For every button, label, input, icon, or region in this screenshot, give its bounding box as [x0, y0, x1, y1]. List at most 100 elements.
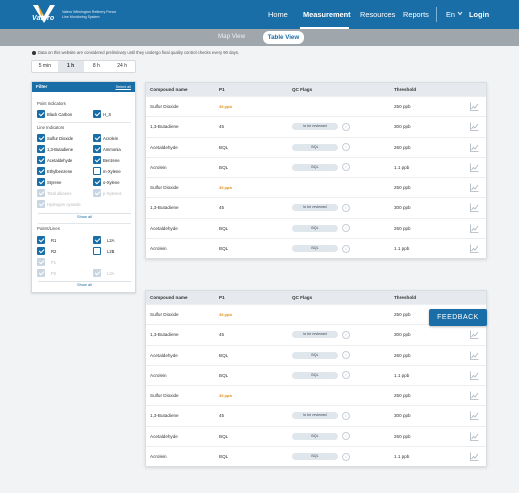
nav-resources[interactable]: Resources [360, 10, 395, 19]
compound-name-cell: Acetaldehyde [150, 352, 178, 358]
line-chart-icon[interactable] [470, 330, 479, 340]
checkbox-r1[interactable]: R1 [37, 236, 56, 244]
info-icon[interactable]: i [342, 371, 350, 380]
select-all-link[interactable]: Select all [116, 82, 131, 92]
table-row: Sulfur Dioxide 39 ppb 250 ppb [146, 177, 486, 197]
nav-reports[interactable]: Reports [403, 10, 429, 19]
table-row: Acrolein BQL BQL i 1.1 ppb [146, 156, 486, 177]
table-row: Acetaldehyde BQL BQL i 260 ppb [146, 425, 486, 446]
checkbox-r2[interactable]: R2 [37, 247, 56, 255]
table-header: Compound name P1 QC Flags Threshold [146, 83, 486, 96]
p1-value-cell: 39 ppb [219, 393, 232, 399]
line-chart-icon[interactable] [470, 244, 479, 253]
checkbox-m-xylene[interactable]: m-Xylene [93, 167, 121, 175]
checkbox-ethylbenzene[interactable]: Ethylbenzene [37, 167, 72, 175]
checkbox-o-xylene[interactable]: o-Xylene [93, 178, 120, 186]
checkbox-h2s[interactable]: H_S [93, 110, 111, 118]
line-chart-icon[interactable] [470, 351, 479, 360]
qc-flag-badge: BQL [292, 224, 338, 232]
checkbox-checked-icon [37, 247, 45, 255]
line-chart-icon[interactable] [470, 163, 479, 172]
nav-measurement[interactable]: Measurement [303, 10, 351, 19]
checkbox-ammonia[interactable]: Ammonia [93, 145, 121, 153]
show-all-points-lines-link[interactable]: Show all [32, 282, 137, 287]
points-lines-title: Points/Lines [37, 226, 60, 231]
compound-name-cell: 1,3-Butadiene [150, 124, 179, 130]
info-icon[interactable]: i [342, 143, 350, 152]
line-chart-icon[interactable] [470, 122, 479, 132]
table-body: Sulfur Dioxide 39 ppb 250 ppb 1,3-Butadiene… [146, 96, 486, 258]
checkbox-l2b[interactable]: L2B [93, 247, 114, 255]
time-range-selector: 5 min 1 h 8 h 24 h [31, 60, 136, 73]
line-chart-icon[interactable] [470, 411, 479, 421]
info-icon[interactable]: i [342, 122, 350, 131]
show-all-line-indicators-link[interactable]: Show all [32, 214, 137, 219]
line-chart-icon[interactable] [470, 183, 479, 193]
info-icon[interactable]: i [342, 163, 350, 172]
info-icon[interactable]: i [342, 452, 350, 461]
line-chart-icon[interactable] [470, 432, 479, 441]
checkbox-styrene[interactable]: Styrene [37, 178, 61, 186]
p1-value-cell: 39 ppb [219, 104, 232, 109]
checkbox-sulfur-dioxide[interactable]: Sulfur Dioxide [37, 134, 73, 142]
line-chart-icon[interactable] [470, 143, 479, 152]
time-24h-button[interactable]: 24 h [109, 61, 135, 72]
info-icon[interactable]: i [342, 244, 350, 253]
table-view-button[interactable]: Table View [263, 31, 304, 44]
checkbox-label: P1 [51, 259, 57, 265]
threshold-cell: 250 ppb [394, 312, 411, 317]
checkbox-p2[interactable]: P2 [37, 269, 56, 277]
line-chart-icon[interactable] [470, 391, 479, 401]
info-icon[interactable]: i [342, 224, 350, 233]
threshold-cell: 260 ppb [394, 225, 411, 231]
table-row: Acrolein BQL BQL i 1.1 ppb [146, 364, 486, 385]
login-button[interactable]: Login [469, 10, 489, 19]
time-5min-button[interactable]: 5 min [32, 61, 58, 72]
p1-value-cell: BQL [219, 246, 229, 252]
info-icon[interactable]: i [342, 351, 350, 360]
compound-name-cell: Acetaldehyde [150, 144, 178, 150]
filter-panel: Filter Select all Point Indicators Black… [31, 81, 136, 293]
feedback-button[interactable]: FEEDBACK [429, 309, 487, 326]
checkbox-benzene[interactable]: Benzene [93, 156, 120, 164]
info-icon[interactable]: i [342, 203, 350, 212]
logo-text: Valero [32, 15, 55, 22]
checkbox-p-xylenes[interactable]: p-Xylenes [93, 189, 122, 197]
checkbox-acetaldehyde[interactable]: Acetaldehyde [37, 156, 72, 164]
p1-value-cell: BQL [219, 352, 229, 358]
table-header: Compound name P1 QC Flags Threshold [146, 291, 486, 304]
line-chart-icon[interactable] [470, 371, 479, 380]
checkbox-label: Total alkanes [47, 190, 72, 196]
info-icon[interactable]: i [342, 411, 350, 420]
checkbox-l2a[interactable]: L2A [93, 236, 114, 244]
preliminary-data-notice: Data on this website are considered prel… [32, 50, 239, 55]
p1-value-cell: 39 ppb [219, 312, 232, 317]
line-chart-icon[interactable] [470, 224, 479, 233]
checkbox-butadiene[interactable]: 1,3-Butadiene [37, 145, 73, 153]
language-selector[interactable]: En [446, 10, 463, 19]
line-chart-icon[interactable] [470, 452, 479, 461]
chevron-down-icon [457, 11, 463, 16]
checkbox-black-carbon[interactable]: Black Carbon [37, 110, 72, 118]
qc-flag-badge: to be reviewed [292, 331, 338, 339]
line-chart-icon[interactable] [470, 203, 479, 213]
checkbox-p1[interactable]: P1 [37, 258, 56, 266]
info-icon[interactable]: i [342, 432, 350, 441]
compound-name-cell: Acrolein [150, 164, 167, 170]
info-icon[interactable]: i [342, 330, 350, 339]
table-row: Acetaldehyde BQL BQL i 260 ppb [146, 136, 486, 157]
checkbox-hydrogen-cyanide[interactable]: Hydrogen cyanide [37, 200, 81, 208]
time-8h-button[interactable]: 8 h [84, 61, 110, 72]
nav-home[interactable]: Home [268, 10, 288, 19]
map-view-button[interactable]: Map View [218, 33, 245, 40]
column-header-compound: Compound name [150, 87, 188, 92]
checkbox-total-alkanes[interactable]: Total alkanes [37, 189, 71, 197]
checkbox-disabled-icon [37, 200, 45, 208]
line-chart-icon[interactable] [470, 102, 479, 111]
table-row: Acetaldehyde BQL BQL i 260 ppb [146, 217, 486, 238]
checkbox-l3a[interactable]: L3A [93, 269, 114, 277]
checkbox-checked-icon [37, 134, 45, 142]
time-1h-button[interactable]: 1 h [57, 61, 84, 72]
checkbox-acrolein[interactable]: Acrolein [93, 134, 118, 142]
checkbox-label: Sulfur Dioxide [47, 135, 74, 141]
